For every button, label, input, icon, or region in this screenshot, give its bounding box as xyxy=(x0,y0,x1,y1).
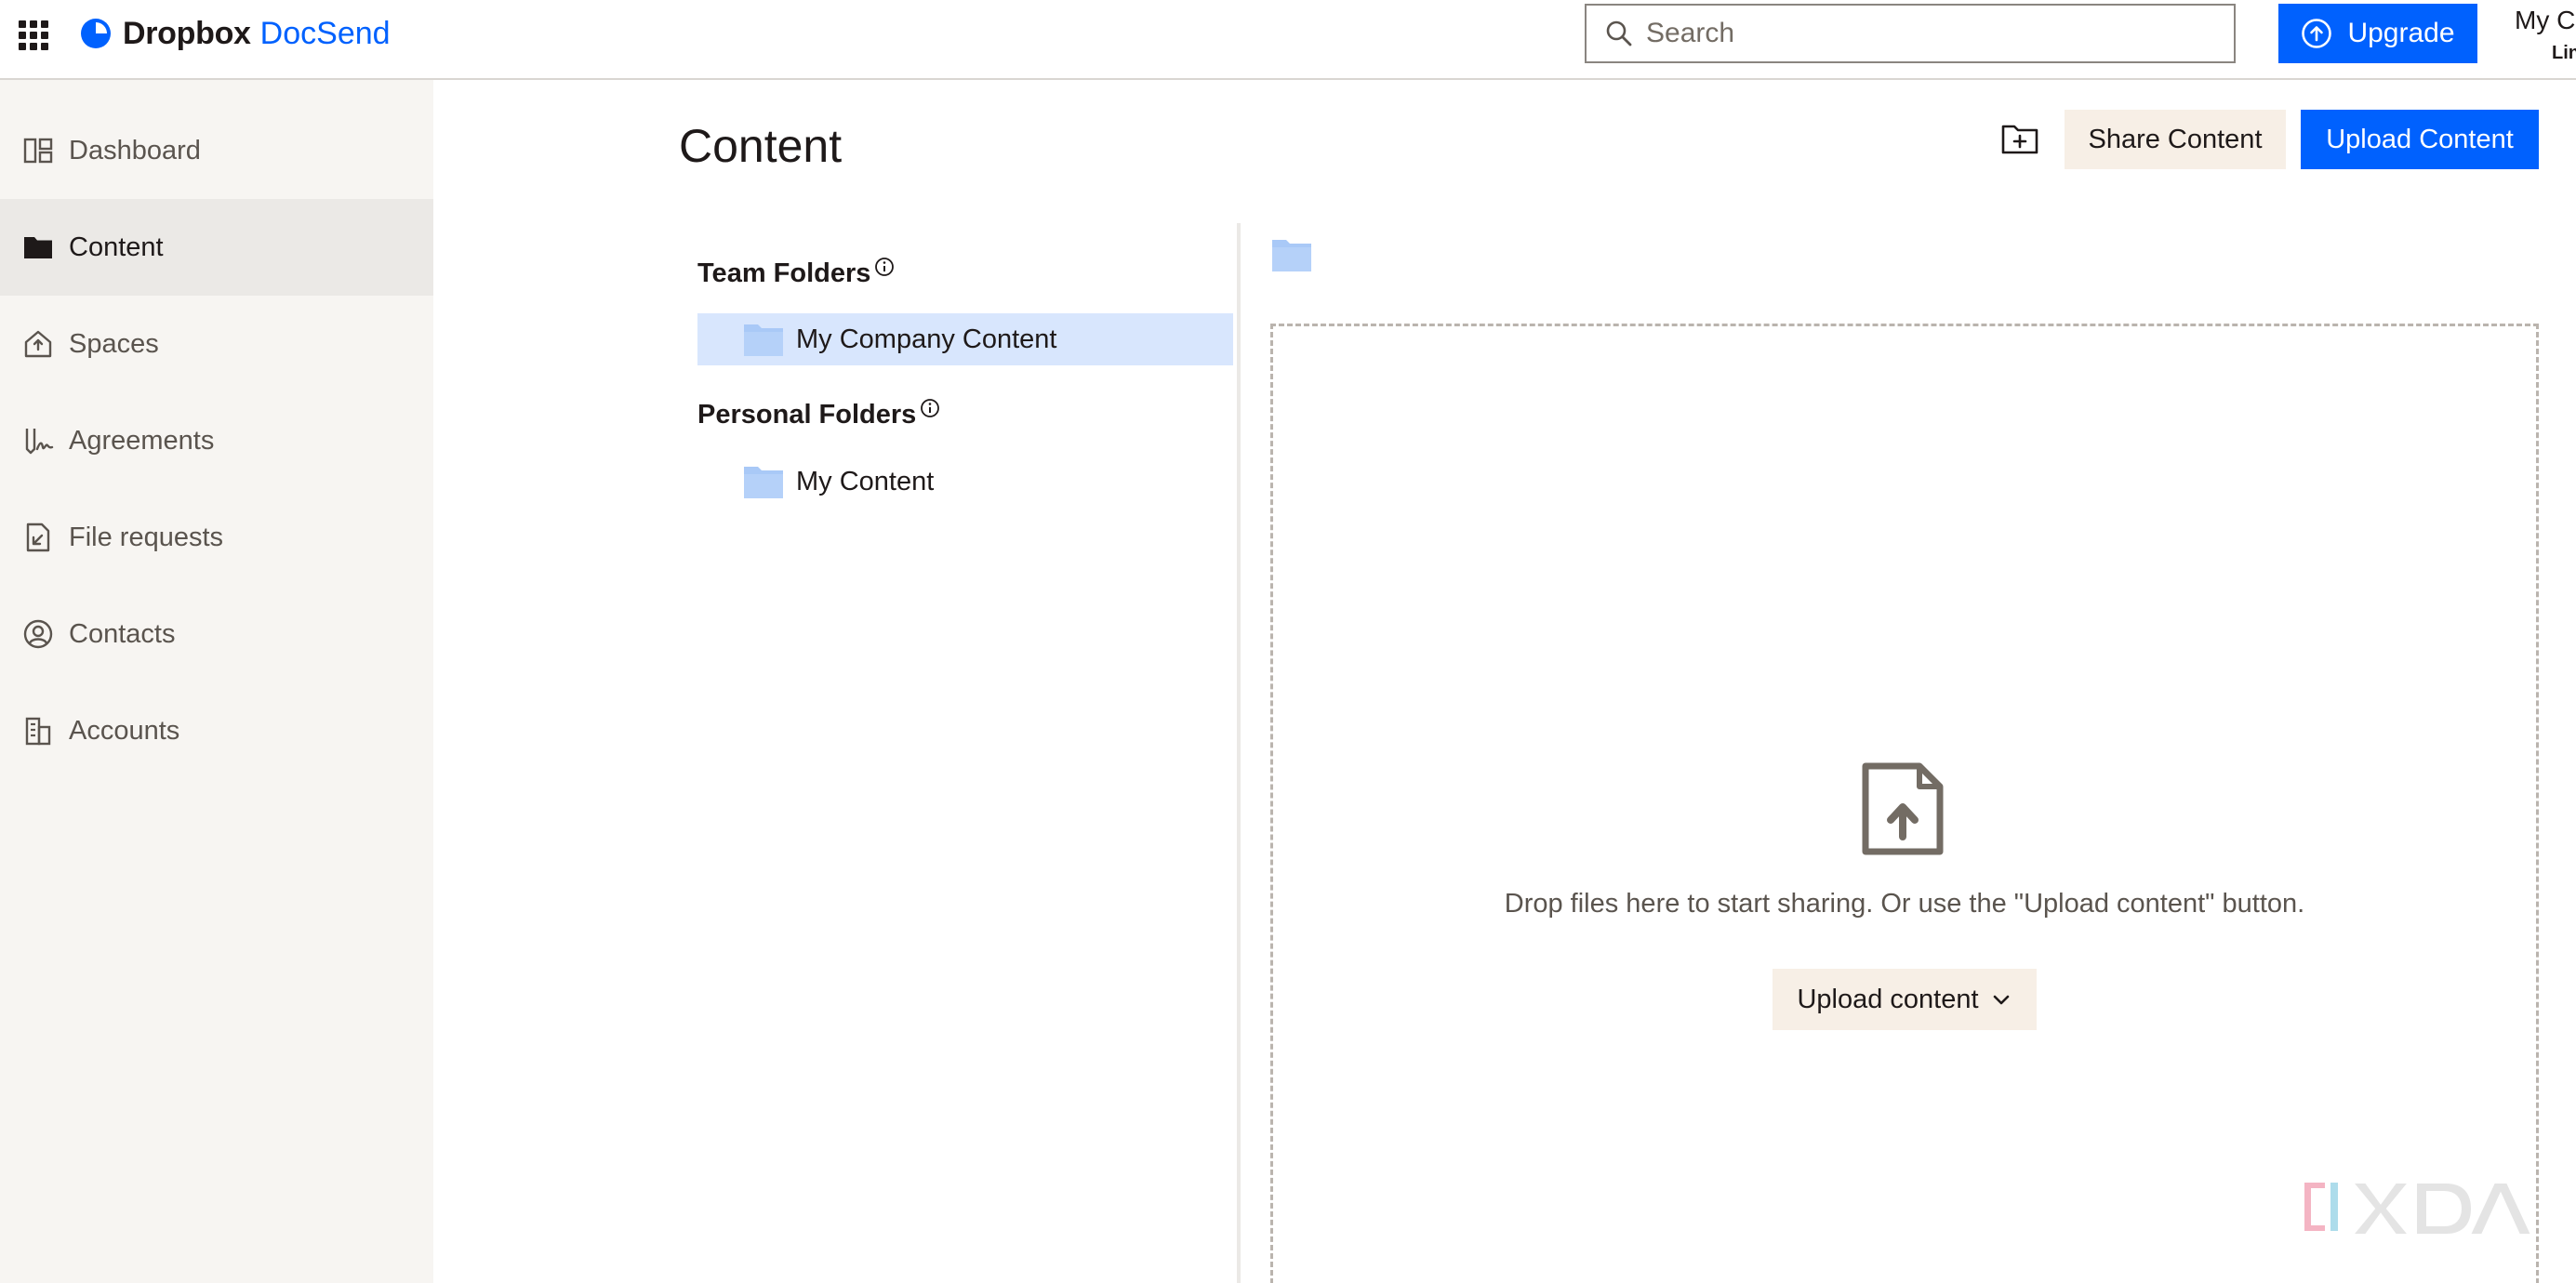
upload-content-dropdown-button[interactable]: Upload content xyxy=(1773,969,2037,1030)
share-content-button[interactable]: Share Content xyxy=(2065,110,2286,169)
chevron-down-icon xyxy=(1993,995,2009,1005)
upload-content-label: Upload content xyxy=(1797,984,1979,1014)
upload-content-button[interactable]: Upload Content xyxy=(2301,110,2539,169)
folder-my-content[interactable]: My Content xyxy=(697,456,1233,508)
docsend-logo[interactable]: Dropbox DocSend xyxy=(80,13,391,54)
sidebar-item-label: Accounts xyxy=(69,715,180,746)
info-icon[interactable] xyxy=(874,257,895,277)
top-bar: Dropbox DocSend Upgrade My C Lin xyxy=(0,0,2576,80)
upload-file-icon xyxy=(1862,762,1944,855)
sidebar-item-contacts[interactable]: Contacts xyxy=(0,586,433,682)
sidebar-item-label: Contacts xyxy=(69,618,176,649)
team-folders-title: Team Folders xyxy=(697,258,871,288)
brand-name: Dropbox xyxy=(123,15,251,51)
page-title: Content xyxy=(679,120,843,172)
sidebar-item-label: Dashboard xyxy=(69,135,201,165)
drop-instructions: Drop files here to start sharing. Or use… xyxy=(1504,889,2305,919)
upgrade-button[interactable]: Upgrade xyxy=(2278,4,2477,63)
sidebar-item-dashboard[interactable]: Dashboard xyxy=(0,102,433,199)
account-menu[interactable]: My C Lin xyxy=(2515,4,2576,65)
personal-folders-heading: Personal Folders xyxy=(697,398,940,430)
folder-icon xyxy=(24,237,52,258)
account-name: My C xyxy=(2515,6,2576,34)
sidebar-item-accounts[interactable]: Accounts xyxy=(0,682,433,779)
folder-my-company-content[interactable]: My Company Content xyxy=(697,313,1233,365)
sidebar-item-label: Content xyxy=(69,231,164,262)
sidebar-item-spaces[interactable]: Spaces xyxy=(0,296,433,392)
signature-icon xyxy=(25,429,54,455)
search-box[interactable] xyxy=(1585,4,2236,63)
new-folder-icon[interactable] xyxy=(1999,121,2040,158)
upgrade-label: Upgrade xyxy=(2347,18,2455,48)
folder-label: My Content xyxy=(796,466,935,496)
file-request-icon xyxy=(26,522,50,552)
sidebar: Dashboard Content Spaces Agreements File… xyxy=(0,80,433,1283)
product-name: DocSend xyxy=(259,15,391,51)
personal-folders-title: Personal Folders xyxy=(697,400,917,430)
sidebar-item-label: File requests xyxy=(69,522,224,552)
account-subtitle: Lin xyxy=(2552,43,2576,63)
building-icon xyxy=(25,717,51,746)
search-input[interactable] xyxy=(1646,18,2204,49)
sidebar-item-content[interactable]: Content xyxy=(0,199,433,296)
team-folders-heading: Team Folders xyxy=(697,257,895,289)
breadcrumb-folder-icon[interactable] xyxy=(1270,236,1313,273)
folder-icon xyxy=(744,467,783,498)
info-icon[interactable] xyxy=(920,398,940,418)
folder-label: My Company Content xyxy=(796,324,1057,354)
docsend-logo-icon xyxy=(81,19,111,48)
folder-icon xyxy=(744,324,783,356)
sidebar-item-file-requests[interactable]: File requests xyxy=(0,489,433,586)
person-circle-icon xyxy=(23,619,53,649)
search-icon xyxy=(1606,20,1632,46)
home-icon xyxy=(24,330,52,358)
pane-divider[interactable] xyxy=(1237,223,1241,1283)
dashboard-icon xyxy=(23,138,53,164)
sidebar-item-label: Spaces xyxy=(69,328,159,359)
upgrade-arrow-icon xyxy=(2302,19,2332,48)
sidebar-item-agreements[interactable]: Agreements xyxy=(0,392,433,489)
xda-watermark-logo xyxy=(2304,1182,2533,1236)
app-grid-icon[interactable] xyxy=(19,20,48,50)
sidebar-item-label: Agreements xyxy=(69,425,215,456)
